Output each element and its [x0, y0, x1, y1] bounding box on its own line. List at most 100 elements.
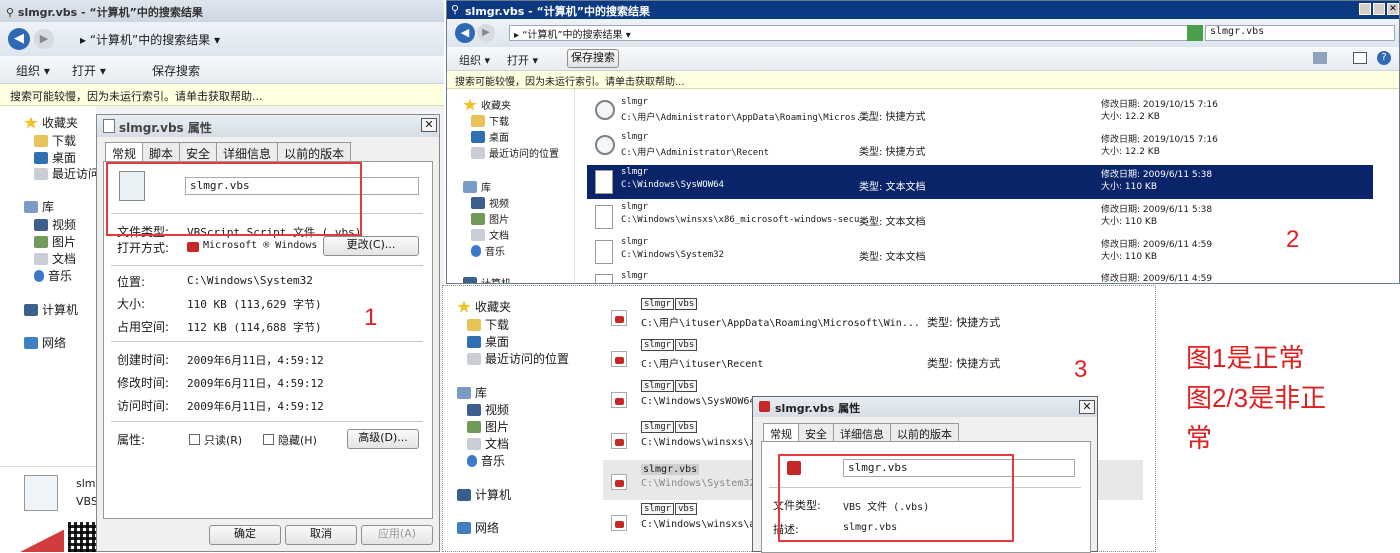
cancel-button[interactable]: 取消 [285, 525, 357, 545]
nav-recent[interactable]: 最近访问的位置 [471, 145, 559, 160]
computer-icon [457, 488, 471, 501]
highlight-box-3 [778, 454, 1014, 542]
nav-documents[interactable]: 文档 [471, 227, 509, 242]
picture-icon [34, 235, 48, 248]
nav-documents[interactable]: 文档 [467, 435, 509, 452]
nav-pictures[interactable]: 图片 [471, 211, 509, 226]
result-row[interactable]: slmgr C:\用户\Administrator\AppData\Roamin… [587, 95, 1373, 129]
location-label: 位置: [117, 275, 146, 289]
nav-desktop[interactable]: 桌面 [34, 149, 76, 166]
picture-icon [467, 420, 481, 433]
computer-icon [24, 303, 38, 316]
close-icon[interactable]: ✕ [1387, 3, 1399, 15]
nav-music[interactable]: 音乐 [471, 243, 505, 258]
result-row[interactable]: slmgr 修改日期: 2009/6/11 4:59 [587, 269, 1373, 283]
nav-downloads[interactable]: 下载 [34, 132, 76, 149]
nav-music[interactable]: 音乐 [467, 452, 505, 469]
nav-desktop[interactable]: 桌面 [467, 333, 509, 350]
forward-button[interactable]: ▶ [477, 24, 495, 42]
save-search-button[interactable]: 保存搜索 [152, 62, 200, 79]
file-name: slm [76, 477, 96, 490]
nav-computer[interactable]: 计算机 [463, 275, 511, 283]
nav-network[interactable]: 网络 [24, 334, 66, 351]
search-input[interactable]: slmgr.vbs [1205, 25, 1395, 41]
result-row-selected[interactable]: slmgr C:\Windows\SysWOW64 类型: 文本文档 修改日期:… [587, 165, 1373, 199]
music-icon [467, 454, 477, 467]
nav-libraries[interactable]: 库 [463, 179, 491, 194]
nav-favorites[interactable]: 收藏夹 [457, 298, 511, 315]
nav-downloads[interactable]: 下载 [467, 316, 509, 333]
vbs-file-icon [611, 515, 627, 531]
command-bar: 组织 ▾ 打开 ▾ 保存搜索 [0, 56, 444, 84]
save-search-button[interactable]: 保存搜索 [567, 49, 619, 68]
open-with-label: 打开方式: [117, 241, 170, 255]
nav-libraries[interactable]: 库 [457, 384, 487, 401]
close-icon[interactable]: ✕ [421, 118, 437, 132]
ok-button[interactable]: 确定 [209, 525, 281, 545]
nav-network[interactable]: 网络 [457, 519, 499, 536]
nav-documents[interactable]: 文档 [34, 250, 76, 267]
info-bar[interactable]: 搜索可能较慢，因为未运行索引。请单击获取帮助... [0, 84, 444, 106]
nav-computer[interactable]: 计算机 [24, 301, 78, 318]
nav-favorites[interactable]: 收藏夹 [24, 114, 78, 131]
desktop-icon [467, 335, 481, 348]
forward-button[interactable]: ▶ [34, 29, 54, 49]
nav-favorites[interactable]: 收藏夹 [463, 97, 511, 112]
nav-computer[interactable]: 计算机 [457, 486, 511, 503]
nav-videos[interactable]: 视频 [471, 195, 509, 210]
readonly-checkbox[interactable]: 只读(R) [189, 432, 242, 448]
dialog-title: slmgr.vbs 属性 [775, 402, 861, 415]
open-button[interactable]: 打开 ▾ [507, 52, 538, 68]
organize-button[interactable]: 组织 ▾ [459, 52, 490, 68]
minimize-button[interactable] [1359, 3, 1371, 15]
result-row[interactable]: slmgr C:\用户\Administrator\Recent 类型: 快捷方… [587, 130, 1373, 164]
result-row[interactable]: slmgr vbs C:\用户\ituser\AppData\Roaming\M… [603, 296, 1143, 336]
refresh-icon[interactable] [1187, 25, 1203, 41]
search-icon: ⚲ [451, 3, 460, 16]
result-row[interactable]: slmgr vbs C:\用户\ituser\Recent 类型: 快捷方式 [603, 337, 1143, 377]
apply-button[interactable]: 应用(A) [361, 525, 433, 545]
nav-videos[interactable]: 视频 [34, 216, 76, 233]
close-icon[interactable]: ✕ [1079, 400, 1095, 414]
nav-downloads[interactable]: 下载 [471, 113, 509, 128]
command-bar: 组织 ▾ 打开 ▾ 保存搜索 ? [447, 47, 1399, 71]
info-bar[interactable]: 搜索可能较慢，因为未运行索引。请单击获取帮助... [447, 71, 1399, 89]
view-icon[interactable] [1313, 52, 1327, 64]
nav-desktop[interactable]: 桌面 [471, 129, 509, 144]
organize-button[interactable]: 组织 ▾ [16, 62, 50, 79]
result-row[interactable]: slmgr C:\Windows\winsxs\x86_microsoft-wi… [587, 200, 1373, 234]
advanced-button[interactable]: 高级(D)... [347, 429, 419, 449]
recent-icon [34, 167, 48, 180]
address-bar-area: ◀ ▶ ▸ “计算机”中的搜索结果 ▾ slmgr.vbs [447, 19, 1399, 47]
library-icon [463, 180, 477, 193]
nav-pictures[interactable]: 图片 [467, 418, 509, 435]
nav-music[interactable]: 音乐 [34, 267, 72, 284]
navigation-pane: 收藏夹 下载 桌面 最近访问的位置 库 视频 图片 文档 音乐 计算机 [447, 89, 575, 283]
result-row[interactable]: slmgr C:\Windows\System32 类型: 文本文档 修改日期:… [587, 235, 1373, 269]
back-button[interactable]: ◀ [8, 28, 30, 50]
open-button[interactable]: 打开 ▾ [72, 62, 106, 79]
nav-recent[interactable]: 最近访问 [34, 165, 100, 182]
nav-pictures[interactable]: 图片 [34, 233, 76, 250]
taskbar-fragment [0, 522, 96, 552]
library-icon [457, 386, 471, 399]
nav-recent[interactable]: 最近访问的位置 [467, 350, 569, 367]
preview-pane-icon[interactable] [1353, 52, 1367, 64]
change-button[interactable]: 更改(C)... [323, 236, 419, 256]
address-path[interactable]: ▸ “计算机”中的搜索结果 ▾ [509, 25, 1189, 41]
size-on-disk-value: 112 KB (114,688 字节) [187, 321, 322, 334]
document-icon [467, 437, 481, 450]
address-path[interactable]: ▸ “计算机”中的搜索结果 ▾ [80, 31, 220, 48]
document-icon [34, 252, 48, 265]
divider [111, 341, 423, 342]
vbs-file-icon [611, 433, 627, 449]
back-button[interactable]: ◀ [455, 23, 475, 43]
nav-videos[interactable]: 视频 [467, 401, 509, 418]
magnifier-shortcut-icon [595, 100, 615, 120]
accessed-value: 2009年6月11日，4:59:12 [187, 400, 324, 413]
video-icon [34, 218, 48, 231]
maximize-button[interactable] [1373, 3, 1385, 15]
help-icon[interactable]: ? [1377, 51, 1391, 65]
nav-libraries[interactable]: 库 [24, 198, 54, 215]
hidden-checkbox[interactable]: 隐藏(H) [263, 432, 317, 448]
